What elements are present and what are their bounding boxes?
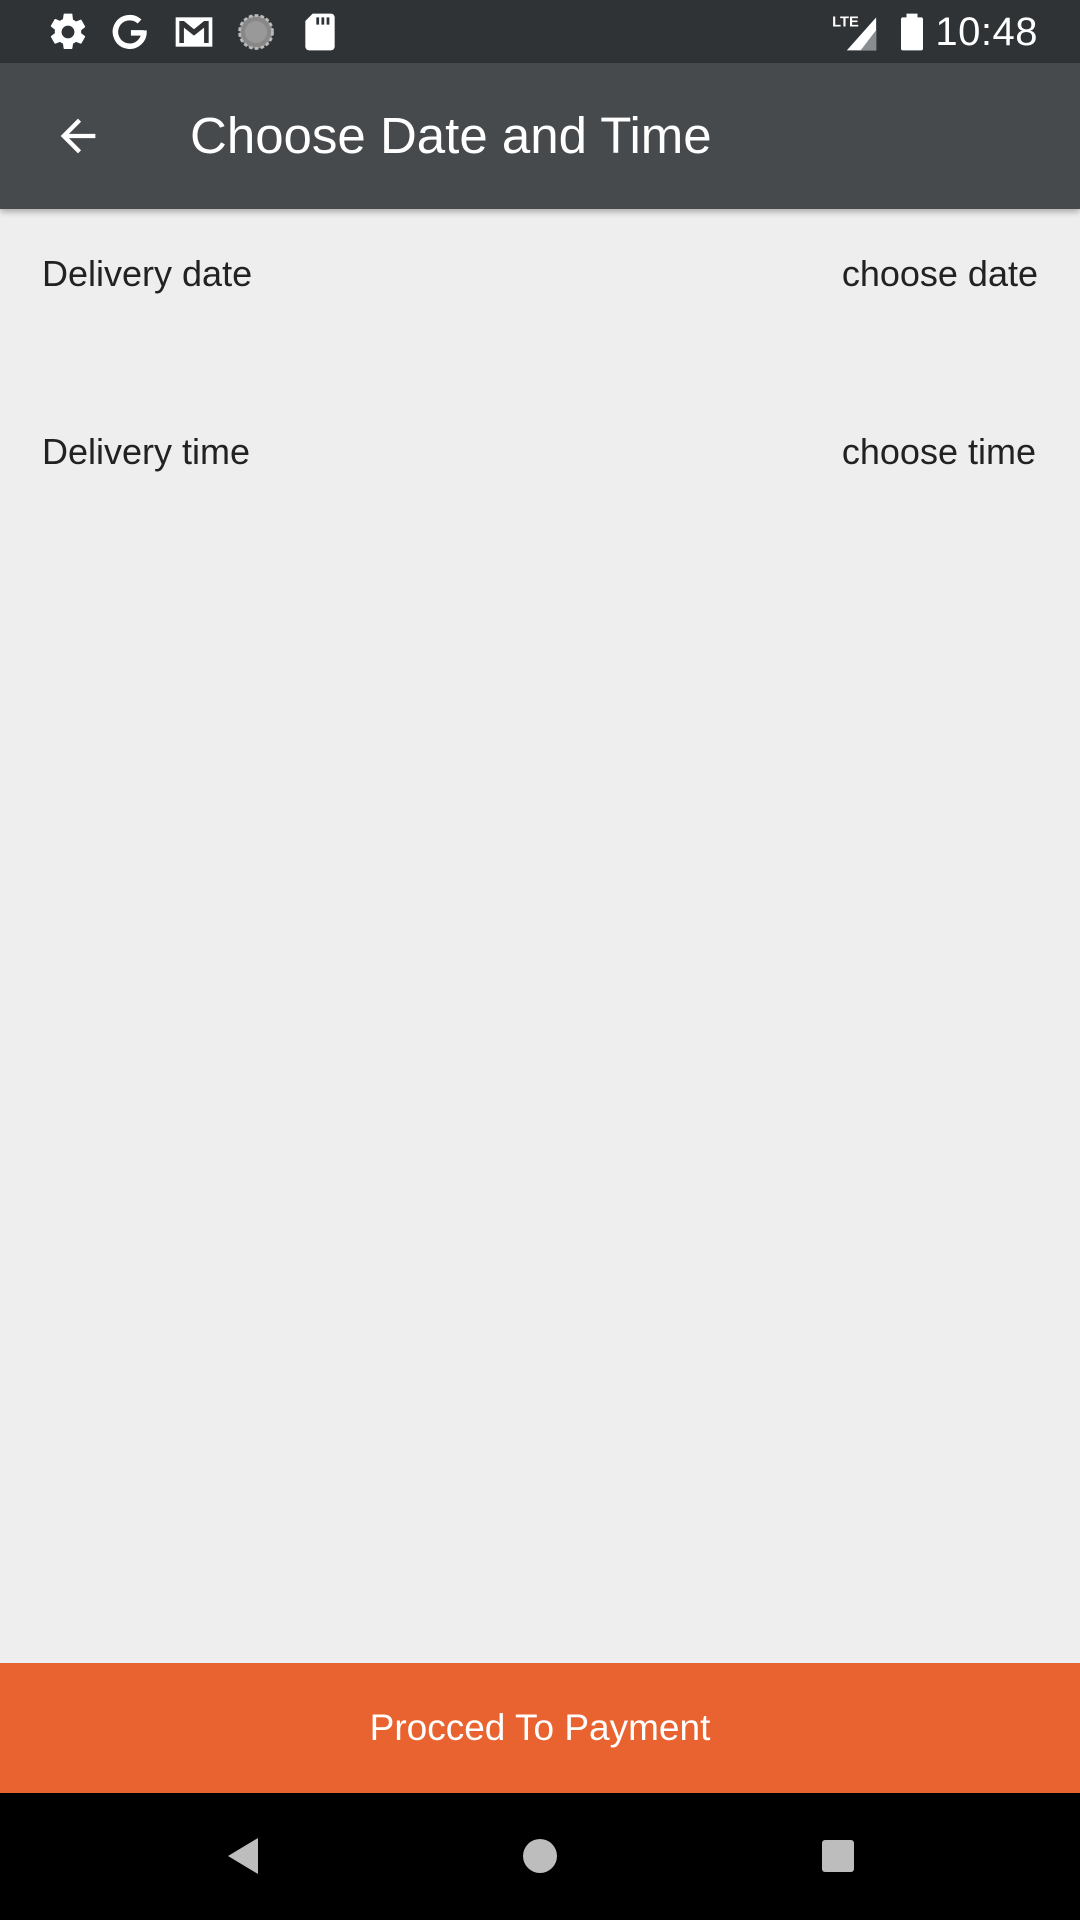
choose-time-button[interactable]: choose time — [842, 407, 1036, 497]
proceed-to-payment-button[interactable]: Procced To Payment — [0, 1663, 1080, 1793]
back-button[interactable] — [38, 96, 118, 176]
choose-date-button[interactable]: choose date — [842, 229, 1038, 319]
settings-gear-icon — [46, 10, 90, 54]
nav-recents-button[interactable] — [808, 1826, 868, 1886]
page-title: Choose Date and Time — [190, 107, 712, 164]
battery-icon — [890, 10, 930, 54]
recents-square-icon — [822, 1840, 854, 1872]
home-circle-icon — [523, 1839, 557, 1873]
delivery-date-row: Delivery date choose date — [0, 229, 1080, 319]
app-bar: Choose Date and Time — [0, 63, 1080, 209]
google-g-icon — [108, 10, 152, 54]
status-time: 10:48 — [935, 10, 1038, 54]
status-bar: LTE 10:48 — [0, 0, 1080, 63]
lte-label: LTE — [832, 15, 859, 31]
gmail-icon — [172, 10, 216, 54]
arrow-back-icon — [60, 118, 96, 154]
screen: LTE 10:48 Choose Date and Time Delivery … — [0, 0, 1080, 1920]
lte-signal-icon: LTE — [832, 10, 880, 54]
sync-circle-icon — [234, 10, 278, 54]
nav-home-button[interactable] — [510, 1826, 570, 1886]
nav-back-button[interactable] — [212, 1826, 272, 1886]
system-nav-bar — [0, 1793, 1080, 1920]
delivery-time-row: Delivery time choose time — [0, 407, 1080, 497]
back-triangle-icon — [228, 1838, 258, 1874]
sd-card-icon — [298, 10, 342, 54]
delivery-date-label: Delivery date — [42, 253, 253, 294]
delivery-time-label: Delivery time — [42, 431, 251, 472]
